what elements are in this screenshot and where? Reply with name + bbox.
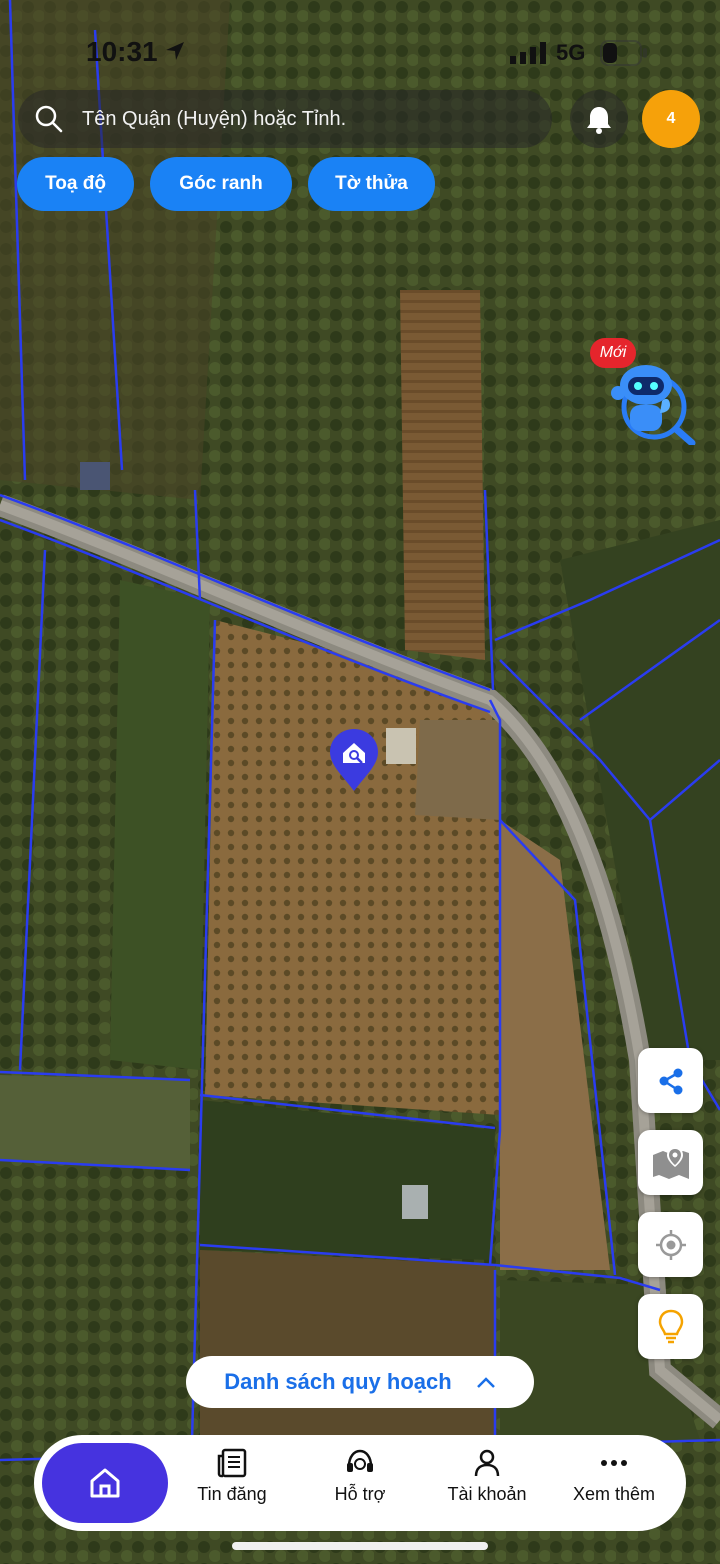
chevron-up-icon (476, 1377, 495, 1388)
search-placeholder: Tên Quận (Huyện) hoặc Tỉnh. (82, 107, 347, 130)
network-type: 5G (556, 40, 586, 65)
search-house-pin-icon[interactable] (328, 727, 380, 793)
status-time: 10:31 (86, 36, 158, 67)
signal-icon (510, 42, 546, 64)
map-icon (652, 1146, 689, 1179)
nav-item-support[interactable]: Hỗ trợ (300, 1448, 420, 1518)
support-icon (347, 1449, 373, 1472)
more-icon (601, 1460, 627, 1466)
bell-icon (587, 107, 611, 134)
nav-item-listings[interactable]: Tin đăng (172, 1448, 292, 1518)
search-input[interactable]: Tên Quận (Huyện) hoặc Tỉnh. (18, 90, 552, 148)
nav-item-more[interactable]: Xem thêm (554, 1448, 674, 1518)
nav-item-account[interactable]: Tài khoản (427, 1448, 547, 1518)
lightbulb-icon (658, 1309, 683, 1343)
home-icon (90, 1468, 120, 1498)
new-badge: Mới (590, 338, 636, 368)
share-icon (659, 1068, 682, 1094)
battery-icon (600, 40, 647, 66)
nav-label-support: Hỗ trợ (334, 1484, 386, 1504)
planning-list-label: Danh sách quy hoạch (224, 1369, 452, 1394)
nav-home-button[interactable] (42, 1443, 168, 1523)
notification-count-badge[interactable]: 4 (642, 90, 700, 148)
nav-label-listings: Tin đăng (197, 1484, 267, 1504)
my-location-button[interactable] (638, 1212, 703, 1277)
nav-label-account: Tài khoản (447, 1484, 527, 1504)
location-arrow-icon (166, 42, 184, 60)
chip-corner-boundary[interactable]: Góc ranh (150, 157, 292, 211)
news-icon (217, 1448, 247, 1478)
account-icon (474, 1449, 500, 1477)
map-layer-button[interactable] (638, 1130, 703, 1195)
crosshair-icon (655, 1229, 686, 1260)
share-button[interactable] (638, 1048, 703, 1113)
nav-label-more: Xem thêm (572, 1484, 656, 1504)
tips-button[interactable] (638, 1294, 703, 1359)
chip-coordinates[interactable]: Toạ độ (17, 157, 134, 211)
chip-sheet-parcel[interactable]: Tờ thửa (308, 157, 435, 211)
planning-list-button[interactable]: Danh sách quy hoạch (186, 1356, 534, 1408)
search-icon (35, 105, 63, 133)
notification-button[interactable] (570, 90, 628, 148)
home-indicator (232, 1542, 488, 1550)
